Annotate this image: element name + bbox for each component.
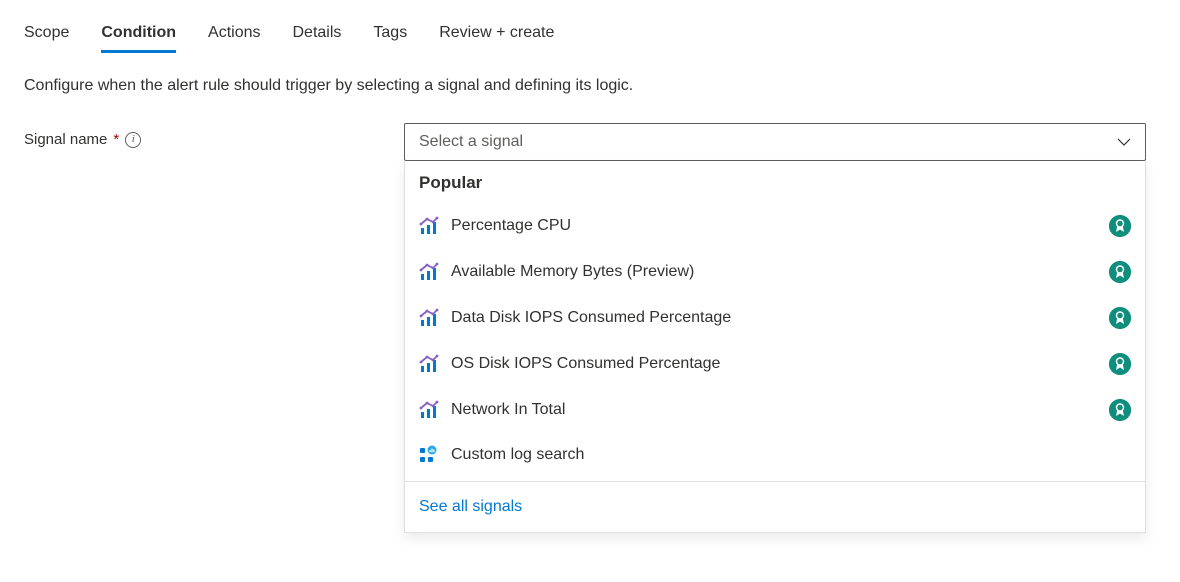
dropdown-section-title: Popular [419, 173, 1131, 193]
dropdown-footer: See all signals [405, 481, 1145, 532]
signal-option-label: Custom log search [451, 446, 1131, 464]
signal-option-label: Percentage CPU [451, 217, 1097, 235]
metrics-icon [419, 216, 439, 236]
signal-option[interactable]: Percentage CPU [419, 203, 1131, 249]
metrics-icon [419, 400, 439, 420]
log-search-icon [419, 445, 439, 465]
tab-condition[interactable]: Condition [101, 16, 176, 52]
metrics-icon [419, 354, 439, 374]
signal-option[interactable]: Network In Total [419, 387, 1131, 433]
tab-details[interactable]: Details [292, 16, 341, 52]
page-description: Configure when the alert rule should tri… [24, 77, 1156, 95]
see-all-signals-link[interactable]: See all signals [419, 498, 522, 515]
required-asterisk: * [113, 131, 119, 148]
tab-scope[interactable]: Scope [24, 16, 69, 52]
signal-option[interactable]: Custom log search [419, 433, 1131, 477]
tab-review-create[interactable]: Review + create [439, 16, 554, 52]
signal-option-label: Available Memory Bytes (Preview) [451, 263, 1097, 281]
recommended-badge-icon [1109, 307, 1131, 329]
signal-option-label: OS Disk IOPS Consumed Percentage [451, 355, 1097, 373]
signal-option[interactable]: Data Disk IOPS Consumed Percentage [419, 295, 1131, 341]
metrics-icon [419, 262, 439, 282]
dropdown-popular-section: Popular Percentage CPU Available Memory B… [405, 161, 1145, 481]
recommended-badge-icon [1109, 353, 1131, 375]
recommended-badge-icon [1109, 399, 1131, 421]
signal-option[interactable]: Available Memory Bytes (Preview) [419, 249, 1131, 295]
signal-name-input-col: Select a signal Popular Percentage CPU Av… [404, 123, 1146, 533]
signal-option[interactable]: OS Disk IOPS Consumed Percentage [419, 341, 1131, 387]
signal-name-label: Signal name * i [24, 123, 404, 148]
select-placeholder: Select a signal [419, 133, 523, 151]
tab-tags[interactable]: Tags [373, 16, 407, 52]
signal-dropdown: Popular Percentage CPU Available Memory B… [404, 161, 1146, 533]
metrics-icon [419, 308, 439, 328]
tabs-row: Scope Condition Actions Details Tags Review +… [24, 16, 1156, 53]
recommended-badge-icon [1109, 261, 1131, 283]
chevron-down-icon [1117, 135, 1131, 149]
info-icon[interactable]: i [125, 132, 141, 148]
tab-actions[interactable]: Actions [208, 16, 260, 52]
signal-name-select[interactable]: Select a signal [404, 123, 1146, 161]
signal-option-label: Data Disk IOPS Consumed Percentage [451, 309, 1097, 327]
signal-name-field-row: Signal name * i Select a signal Popular … [24, 123, 1156, 533]
field-label-text: Signal name [24, 131, 107, 148]
recommended-badge-icon [1109, 215, 1131, 237]
signal-option-label: Network In Total [451, 401, 1097, 419]
